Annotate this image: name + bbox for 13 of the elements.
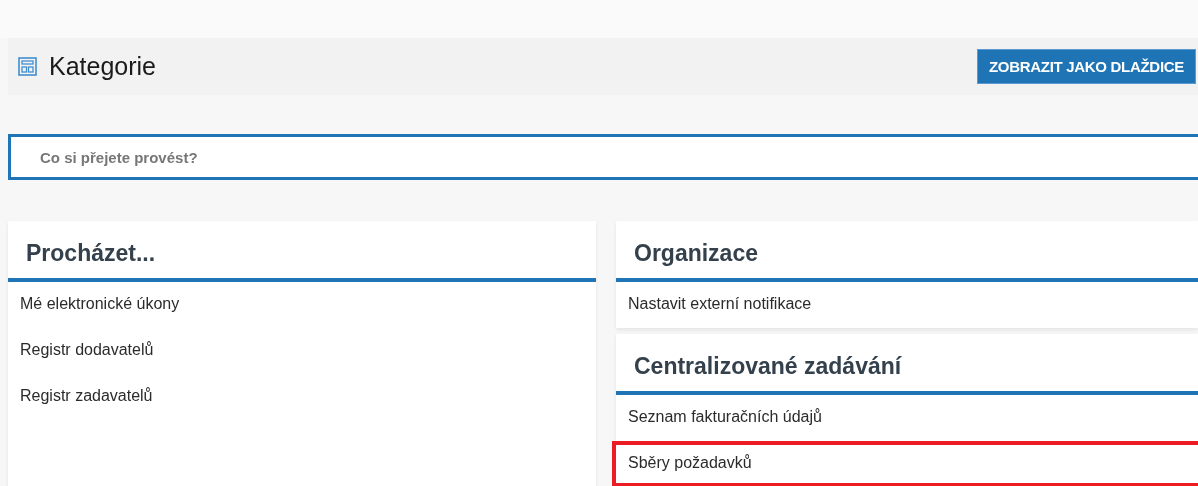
category-link[interactable]: Seznam fakturačních údajů bbox=[612, 395, 1198, 441]
card-title: Centralizované zadávání bbox=[616, 334, 1198, 395]
tile-view-button[interactable]: ZOBRAZIT JAKO DLAŽDICE bbox=[976, 49, 1196, 84]
card-title: Procházet... bbox=[8, 221, 596, 282]
search-field[interactable]: Co si přejete provést? bbox=[8, 134, 1198, 180]
category-link[interactable]: Mé elektronické úkony bbox=[4, 282, 596, 328]
layout-icon bbox=[18, 57, 37, 76]
category-link[interactable]: Registr zadavatelů bbox=[4, 374, 596, 420]
category-link[interactable]: Sběry požadavků bbox=[612, 441, 1198, 486]
category-link[interactable]: Registr dodavatelů bbox=[4, 328, 596, 374]
category-link[interactable]: Nastavit externí notifikace bbox=[612, 282, 1198, 328]
page-title: Kategorie bbox=[49, 52, 157, 81]
card-title: Organizace bbox=[616, 221, 1198, 282]
